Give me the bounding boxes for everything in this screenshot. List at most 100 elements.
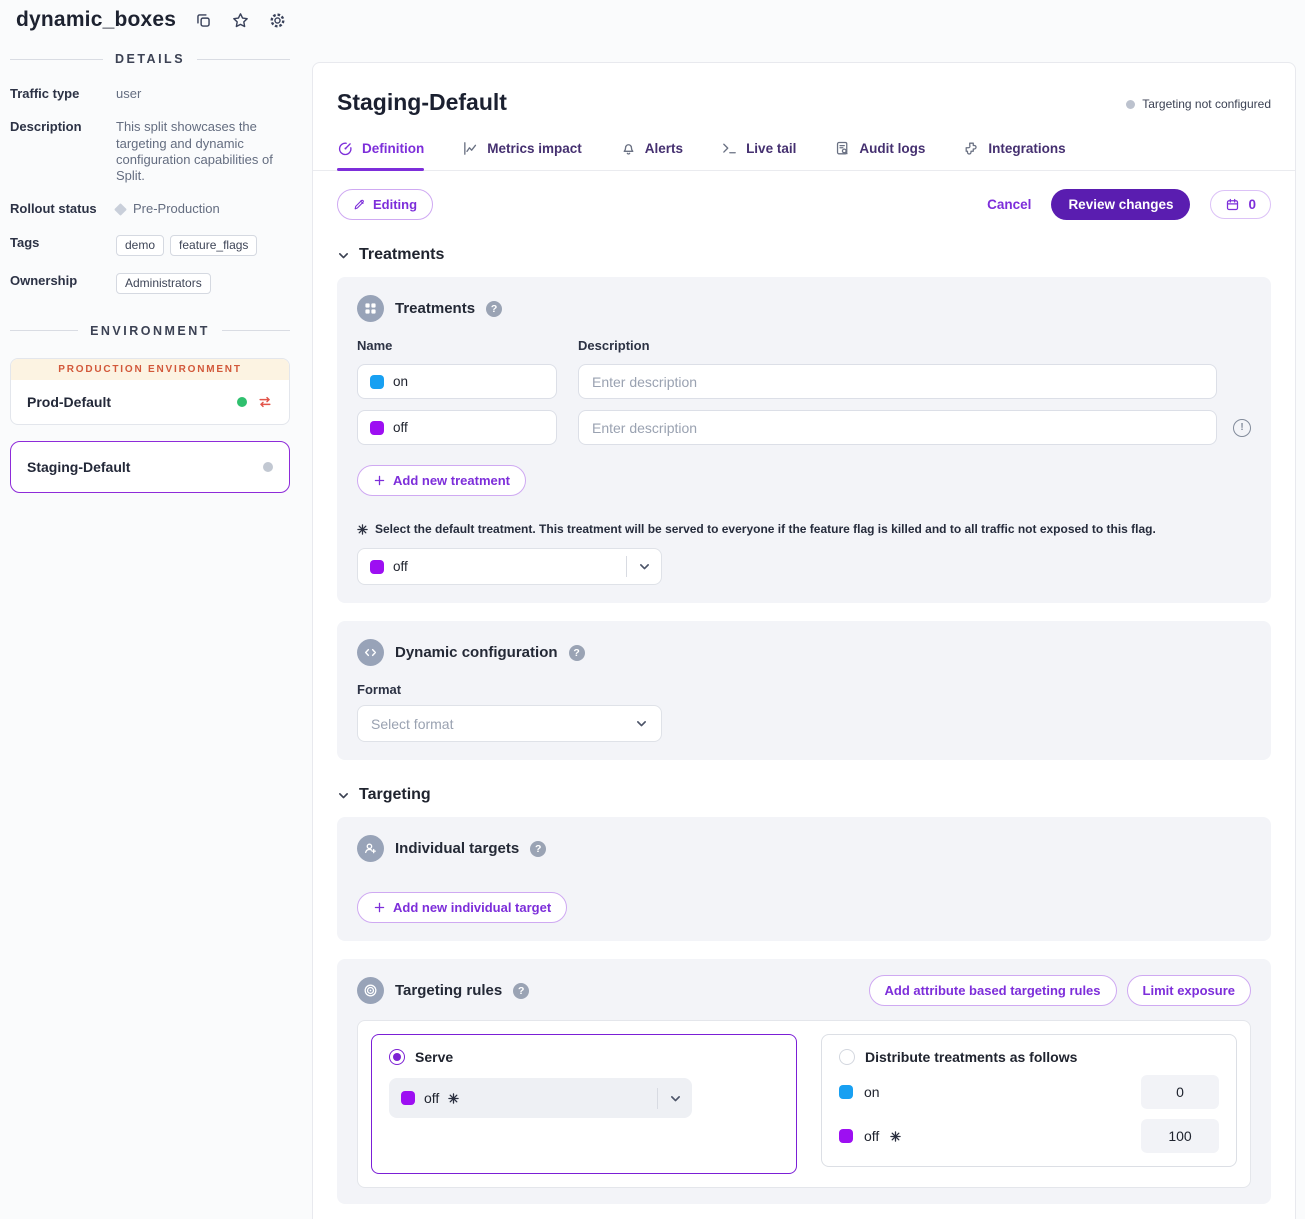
environment-card-prod[interactable]: PRODUCTION ENVIRONMENT Prod-Default xyxy=(10,358,290,425)
distribute-option-card[interactable]: Distribute treatments as follows on off xyxy=(821,1034,1237,1167)
distribute-row-off: off xyxy=(839,1119,1219,1153)
tab-audit-logs[interactable]: Audit logs xyxy=(834,140,925,170)
tab-label: Metrics impact xyxy=(487,141,582,156)
production-environment-banner: PRODUCTION ENVIRONMENT xyxy=(11,359,289,380)
distribute-percent-input-off[interactable] xyxy=(1141,1119,1219,1153)
traffic-type-row: Traffic type user xyxy=(10,86,290,102)
dynamic-configuration-help-icon[interactable]: ? xyxy=(569,645,585,661)
tags-label: Tags xyxy=(10,235,116,256)
treatment-name-on: on xyxy=(393,374,408,389)
details-heading: DETAILS xyxy=(10,52,290,66)
environment-heading: ENVIRONMENT xyxy=(10,324,290,338)
cancel-button[interactable]: Cancel xyxy=(987,197,1031,212)
environment-card-staging[interactable]: Staging-Default xyxy=(10,441,290,493)
distribute-radio[interactable] xyxy=(839,1049,855,1065)
treatment-color-swatch-off xyxy=(839,1129,853,1143)
staging-status-dot xyxy=(263,462,273,472)
treatment-name-input-off[interactable]: off xyxy=(357,410,557,445)
tab-integrations[interactable]: Integrations xyxy=(963,140,1065,170)
limit-exposure-button[interactable]: Limit exposure xyxy=(1127,975,1251,1006)
individual-targets-title: Individual targets xyxy=(395,840,519,857)
format-placeholder: Select format xyxy=(371,716,453,732)
review-changes-button[interactable]: Review changes xyxy=(1051,189,1190,220)
change-queue-button[interactable]: 0 xyxy=(1210,190,1271,219)
calendar-icon xyxy=(1225,197,1240,212)
copy-icon[interactable] xyxy=(194,11,213,30)
tab-label: Alerts xyxy=(645,141,683,156)
collapse-targeting-icon[interactable] xyxy=(337,789,350,802)
serve-option-card[interactable]: Serve off xyxy=(371,1034,797,1174)
format-label: Format xyxy=(357,682,1251,697)
add-attribute-rules-button[interactable]: Add attribute based targeting rules xyxy=(869,975,1117,1006)
treatment-name-off: off xyxy=(393,420,408,435)
traffic-type-label: Traffic type xyxy=(10,86,116,102)
treatments-card: Treatments ? Name Description on off xyxy=(337,277,1271,603)
info-icon[interactable]: ! xyxy=(1233,419,1251,437)
treatment-name-input-on[interactable]: on xyxy=(357,364,557,399)
treatments-section-heading: Treatments xyxy=(359,246,444,264)
tags-row: Tags demofeature_flags xyxy=(10,235,290,256)
add-new-treatment-button[interactable]: Add new treatment xyxy=(357,465,526,496)
treatment-description-input-on[interactable] xyxy=(578,364,1217,399)
format-select[interactable]: Select format xyxy=(357,705,662,742)
distribute-row-on: on xyxy=(839,1075,1219,1109)
distribute-label: Distribute treatments as follows xyxy=(865,1049,1077,1065)
bell-icon xyxy=(620,140,637,157)
tab-live-tail[interactable]: Live tail xyxy=(721,140,796,170)
person-plus-icon xyxy=(357,835,384,862)
default-treatment-note: Select the default treatment. This treat… xyxy=(375,522,1156,536)
swap-arrows-icon xyxy=(257,394,273,410)
status-text: Targeting not configured xyxy=(1142,97,1271,111)
targeting-rules-help-icon[interactable]: ? xyxy=(513,983,529,999)
rollout-status-value: Pre-Production xyxy=(133,201,220,217)
treatment-row-off: off ! xyxy=(357,410,1251,445)
dynamic-configuration-card: Dynamic configuration ? Format Select fo… xyxy=(337,621,1271,760)
star-icon[interactable] xyxy=(231,11,250,30)
individual-targets-help-icon[interactable]: ? xyxy=(530,841,546,857)
tab-label: Integrations xyxy=(988,141,1065,156)
default-asterisk-icon xyxy=(890,1131,901,1142)
tab-metrics-impact[interactable]: Metrics impact xyxy=(462,140,582,170)
serve-treatment-value: off xyxy=(424,1090,439,1106)
definition-icon xyxy=(337,140,354,157)
environment-name-staging: Staging-Default xyxy=(27,459,130,475)
chevron-down-icon xyxy=(658,1092,692,1105)
description-label: Description xyxy=(10,119,116,184)
distribute-percent-input-on[interactable] xyxy=(1141,1075,1219,1109)
add-new-treatment-label: Add new treatment xyxy=(393,473,510,488)
collapse-treatments-icon[interactable] xyxy=(337,249,350,262)
targeting-rules-title: Targeting rules xyxy=(395,982,502,999)
tab-label: Live tail xyxy=(746,141,796,156)
distribute-treatment-off: off xyxy=(864,1128,879,1144)
serve-radio[interactable] xyxy=(389,1049,405,1065)
gear-icon[interactable] xyxy=(268,11,287,30)
sidebar: DETAILS Traffic type user Description Th… xyxy=(10,52,290,509)
rollout-status-row: Rollout status Pre-Production xyxy=(10,201,290,217)
default-treatment-select[interactable]: off xyxy=(357,548,662,585)
individual-targets-card: Individual targets ? Add new individual … xyxy=(337,817,1271,941)
rollout-diamond-icon xyxy=(114,203,127,216)
queue-count: 0 xyxy=(1248,197,1256,212)
dynamic-configuration-title: Dynamic configuration xyxy=(395,644,558,661)
treatment-color-swatch-off xyxy=(370,421,384,435)
default-asterisk-icon xyxy=(357,524,368,535)
tab-definition[interactable]: Definition xyxy=(337,140,424,170)
description-value: This split showcases the targeting and d… xyxy=(116,119,276,184)
plus-icon xyxy=(373,474,386,487)
serve-treatment-select[interactable]: off xyxy=(389,1078,692,1118)
serve-label: Serve xyxy=(415,1049,453,1065)
treatment-description-input-off[interactable] xyxy=(578,410,1217,445)
add-new-individual-target-label: Add new individual target xyxy=(393,900,551,915)
treatments-help-icon[interactable]: ? xyxy=(486,301,502,317)
pencil-icon xyxy=(353,198,366,211)
flag-name: dynamic_boxes xyxy=(16,8,176,32)
plus-icon xyxy=(373,901,386,914)
treatments-card-title: Treatments xyxy=(395,300,475,317)
tab-bar: Definition Metrics impact Alerts Live ta… xyxy=(313,140,1295,171)
add-new-individual-target-button[interactable]: Add new individual target xyxy=(357,892,567,923)
puzzle-icon xyxy=(963,140,980,157)
code-icon xyxy=(357,639,384,666)
tab-alerts[interactable]: Alerts xyxy=(620,140,683,170)
treatment-row-on: on xyxy=(357,364,1251,399)
editing-button[interactable]: Editing xyxy=(337,189,433,220)
